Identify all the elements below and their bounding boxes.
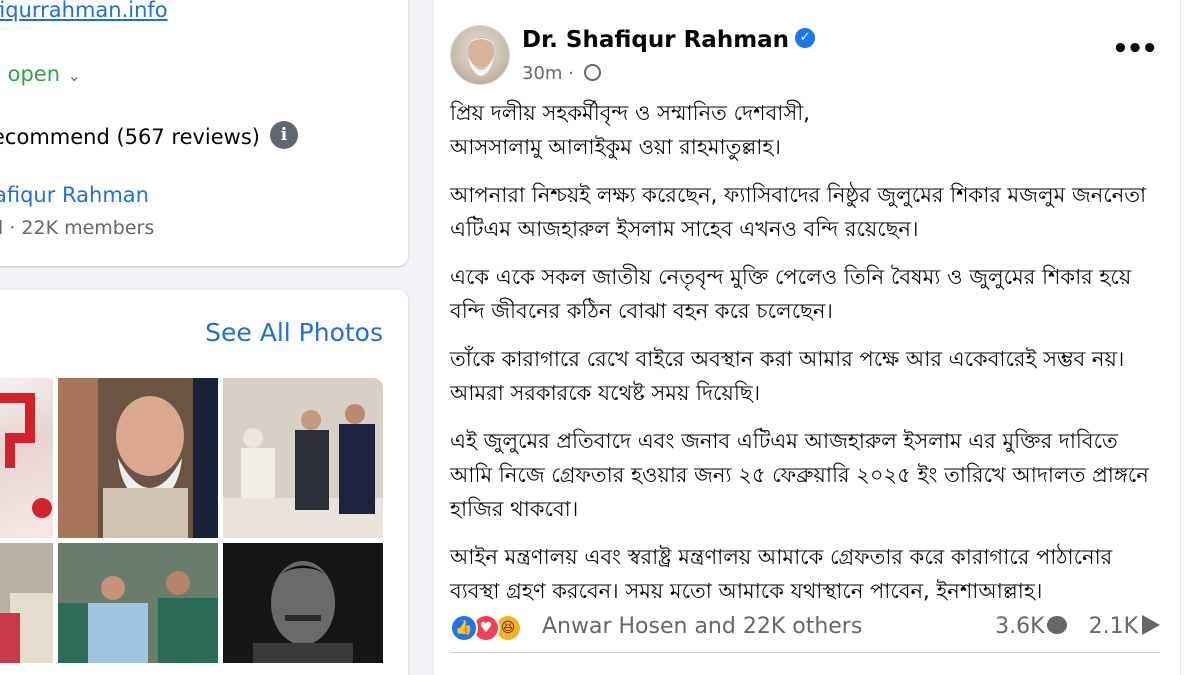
post-author[interactable]: Dr. Shafiqur Rahman ✓	[522, 27, 816, 53]
see-all-photos-link[interactable]: See All Photos	[205, 318, 383, 347]
more-options-icon[interactable]: •••	[1112, 34, 1158, 64]
post-paragraph: আইন মন্ত্রণালয় এবং স্বরাষ্ট্র মন্ত্রণাল…	[450, 545, 1113, 603]
photo-art	[58, 543, 218, 663]
photo-art	[223, 378, 383, 538]
reacted-by-summary[interactable]: Anwar Hosen and 22K others	[542, 614, 862, 639]
avatar-art	[466, 37, 496, 76]
author-name[interactable]: Dr. Shafiqur Rahman	[522, 27, 789, 53]
reactions-bar: 👍 ♥ 😆 Anwar Hosen and 22K others 3.6K 2.1…	[450, 612, 1160, 646]
like-reaction-icon[interactable]: 👍	[450, 614, 478, 642]
hours-label: s open	[0, 62, 61, 86]
comment-count[interactable]: 3.6K	[995, 614, 1044, 639]
photo-art	[58, 378, 218, 538]
photo-thumbnail[interactable]	[58, 543, 218, 663]
photo-art	[0, 393, 52, 518]
post-paragraph: আপনারা নিশ্চয়ই লক্ষ্য করেছেন, ফ্যাসিবাদ…	[450, 183, 1147, 241]
verified-badge-icon: ✓	[795, 27, 816, 48]
share-count[interactable]: 2.1K	[1089, 614, 1138, 639]
hours-status[interactable]: s open ⌄	[0, 62, 81, 86]
share-icon	[1142, 615, 1160, 635]
photo-thumbnail[interactable]	[0, 378, 53, 538]
post-meta: 30m ·	[522, 63, 601, 84]
photos-card: See All Photos	[0, 290, 408, 675]
group-members: l · 22K members	[0, 217, 155, 239]
photo-art	[223, 543, 383, 663]
post-paragraph: প্রিয় দলীয় সহকর্মীবৃন্দ ও সম্মানিত দেশ…	[450, 101, 810, 159]
photo-thumbnail[interactable]	[223, 543, 383, 663]
post-paragraph: তাঁকে কারাগারে রেখে বাইরে অবস্থান করা আম…	[450, 347, 1125, 405]
website-link[interactable]: fiqurrahman.info	[0, 0, 168, 22]
globe-icon	[583, 63, 601, 81]
photo-thumbnail[interactable]	[0, 543, 53, 663]
avatar[interactable]	[450, 25, 510, 85]
info-icon[interactable]: i	[270, 121, 298, 149]
post-paragraph: একে একে সকল জাতীয় নেতৃবৃন্দ মুক্তি পেলে…	[450, 265, 1132, 323]
chevron-down-icon: ⌄	[68, 67, 81, 85]
left-column: fiqurrahman.info s open ⌄ ecommend (567 r…	[0, 0, 420, 675]
comment-icon	[1046, 616, 1067, 634]
post-timestamp[interactable]: 30m ·	[522, 63, 580, 84]
post-paragraph: এই জুলুমের প্রতিবাদে এবং জনাব এটিএম আজহা…	[450, 429, 1149, 521]
column-gap	[420, 0, 434, 675]
photo-thumbnail[interactable]	[58, 378, 218, 538]
engagement-counts: 3.6K 2.1K	[995, 614, 1160, 639]
recommend-rating: ecommend (567 reviews) i	[0, 121, 298, 152]
post-card: Dr. Shafiqur Rahman ✓ 30m · ••• প্রিয় দল…	[434, 0, 1180, 675]
page-edge	[1180, 0, 1200, 675]
intro-card: fiqurrahman.info s open ⌄ ecommend (567 r…	[0, 0, 408, 266]
post-body: প্রিয় দলীয় সহকর্মীবৃন্দ ও সম্মানিত দেশ…	[450, 96, 1160, 622]
photo-art	[0, 543, 53, 663]
group-link[interactable]: afiqur Rahman	[0, 183, 149, 207]
recommend-label: ecommend (567 reviews)	[0, 125, 260, 149]
photo-thumbnail[interactable]	[223, 378, 383, 538]
post-divider	[450, 652, 1160, 653]
